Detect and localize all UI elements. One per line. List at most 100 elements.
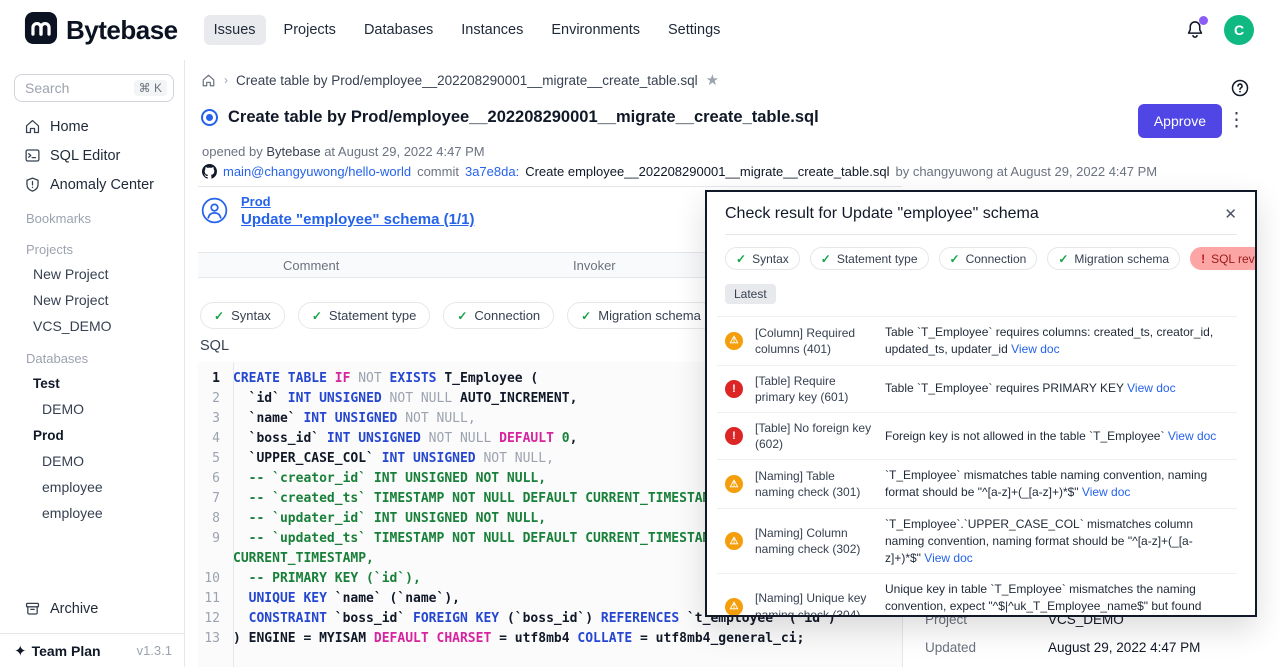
check-connection[interactable]: ✓Connection [939,247,1038,270]
code-text: UNIQUE KEY `name` (`name`), [228,589,460,609]
sidebar-project-vcs-demo[interactable]: VCS_DEMO [0,313,184,339]
warning-icon: ⚠ [725,532,743,550]
line-number: 10 [198,569,228,589]
star-icon[interactable]: ★ [706,71,719,89]
breadcrumb-title: Create table by Prod/employee__202208290… [236,73,698,88]
top-bar: Bytebase Issues Projects Databases Instance… [0,0,1280,60]
breadcrumb-home-icon[interactable] [201,73,216,88]
sidebar-database-employee[interactable]: employee [0,474,184,500]
check-result-row: ⚠[Naming] Unique key naming check (304)U… [717,574,1237,617]
sidebar-project-new-project[interactable]: New Project [0,261,184,287]
nav-settings[interactable]: Settings [658,15,730,45]
check-connection[interactable]: ✓Connection [443,302,554,329]
issue-author: Bytebase [266,144,320,159]
sidebar-item-archive[interactable]: Archive [0,594,184,623]
notifications-button[interactable] [1184,18,1206,42]
sidebar-database-demo[interactable]: DEMO [0,396,184,422]
check-icon: ✓ [214,309,224,323]
view-doc-link[interactable]: View doc [924,551,972,565]
sql-section-label: SQL [200,338,229,354]
check-statement-type[interactable]: ✓Statement type [298,302,431,329]
close-icon[interactable]: ✕ [1224,205,1237,223]
nav-issues[interactable]: Issues [204,15,266,45]
approve-button[interactable]: Approve [1138,104,1222,138]
help-button[interactable] [1230,78,1250,98]
sidebar-item-home[interactable]: Home [0,112,184,141]
view-doc-link[interactable]: View doc [1127,381,1175,395]
check-icon: ✓ [1058,252,1068,266]
error-icon: ! [725,380,743,398]
more-actions-button[interactable]: ⋮ [1227,110,1246,132]
top-right: C [1184,15,1254,45]
exclamation-icon: ! [1201,252,1205,266]
invoker-column-header: Invoker [573,258,616,273]
code-text: CURRENT_TIMESTAMP, [228,549,374,569]
stage-task-link[interactable]: Update "employee" schema (1/1) [241,211,474,228]
line-number: 7 [198,489,228,509]
check-icon: ✓ [736,252,746,266]
rule-detail: Table `T_Employee` requires PRIMARY KEY … [885,380,1237,397]
view-doc-link[interactable]: View doc [1082,485,1130,499]
code-text: -- `updater_id` INT UNSIGNED NOT NULL, [228,509,546,529]
sidebar-database-employee[interactable]: employee [0,500,184,526]
code-text: -- `creator_id` INT UNSIGNED NOT NULL, [228,469,546,489]
sidebar-item-anomaly-center[interactable]: Anomaly Center [0,170,184,199]
check-migration-schema[interactable]: ✓Migration schema [1047,247,1180,270]
brand[interactable]: Bytebase [24,11,178,50]
nav-environments[interactable]: Environments [541,15,650,45]
sidebar-database-demo[interactable]: DEMO [0,448,184,474]
line-number: 4 [198,429,228,449]
view-doc-link[interactable]: View doc [1011,342,1059,356]
check-migration-schema[interactable]: ✓Migration schema [567,302,715,329]
check-result-modal: Check result for Update "employee" schem… [705,190,1257,617]
check-syntax[interactable]: ✓Syntax [725,247,800,270]
latest-filter-chip[interactable]: Latest [725,284,776,304]
check-sql-review[interactable]: !SQL review [1190,247,1257,270]
stage-env-link[interactable]: Prod [241,194,474,209]
check-syntax[interactable]: ✓Syntax [200,302,285,329]
modal-rows: ⚠[Column] Required columns (401)Table `T… [717,316,1237,617]
databases-section-label: Databases [0,339,184,370]
check-result-row: ⚠[Naming] Column naming check (302)`T_Em… [717,509,1237,574]
code-text: CREATE TABLE IF NOT EXISTS T_Employee ( [228,369,538,389]
code-text: `id` INT UNSIGNED NOT NULL AUTO_INCREMEN… [228,389,577,409]
sidebar-item-sql-editor[interactable]: SQL Editor [0,141,184,170]
code-line: 13) ENGINE = MYISAM DEFAULT CHARSET = ut… [198,629,902,649]
commit-hash-link[interactable]: 3a7e8da: [465,164,519,179]
projects-section-label: Projects [0,230,184,261]
check-result-row: ![Table] Require primary key (601)Table … [717,366,1237,413]
code-text: -- `created_ts` TIMESTAMP NOT NULL DEFAU… [228,489,726,509]
line-number: 1 [198,369,228,389]
view-doc-link[interactable]: View doc [1168,429,1216,443]
check-statement-type[interactable]: ✓Statement type [810,247,929,270]
view-doc-link[interactable]: View doc [926,616,974,617]
commit-repo-link[interactable]: main@changyuwong/hello-world [223,164,411,179]
modal-checks: ✓Syntax ✓Statement type ✓Connection ✓Migrat… [707,235,1255,270]
rule-name: [Naming] Column naming check (302) [755,525,873,557]
search-input[interactable]: Search ⌘ K [14,74,174,102]
bytebase-logo-icon [24,11,58,50]
sidebar-item-label: SQL Editor [50,148,120,164]
help-icon [1230,78,1250,98]
commit-message: Create employee__202208290001__migrate__… [525,164,889,179]
sidebar-project-new-project[interactable]: New Project [0,287,184,313]
breadcrumb: › Create table by Prod/employee__2022082… [201,68,719,92]
line-number: 3 [198,409,228,429]
search-shortcut: ⌘ K [134,80,167,96]
issue-opened-line: opened by Bytebase at August 29, 2022 4:… [202,144,485,159]
issue-title-row: Create table by Prod/employee__202208290… [201,108,819,127]
nav-databases[interactable]: Databases [354,15,443,45]
nav-instances[interactable]: Instances [451,15,533,45]
avatar[interactable]: C [1224,15,1254,45]
sidebar-env-test[interactable]: Test [0,370,184,396]
plan-footer[interactable]: ✦ Team Plan v1.3.1 [0,633,184,667]
sidebar-env-prod[interactable]: Prod [0,422,184,448]
detail-label: Updated [925,640,1048,655]
sidebar-projects-list: New ProjectNew ProjectVCS_DEMO [0,261,184,339]
archive-icon [24,600,41,617]
nav-projects[interactable]: Projects [274,15,346,45]
check-icon: ✓ [821,252,831,266]
home-icon [24,118,41,135]
line-number [198,549,228,569]
rule-name: [Table] No foreign key (602) [755,420,873,452]
